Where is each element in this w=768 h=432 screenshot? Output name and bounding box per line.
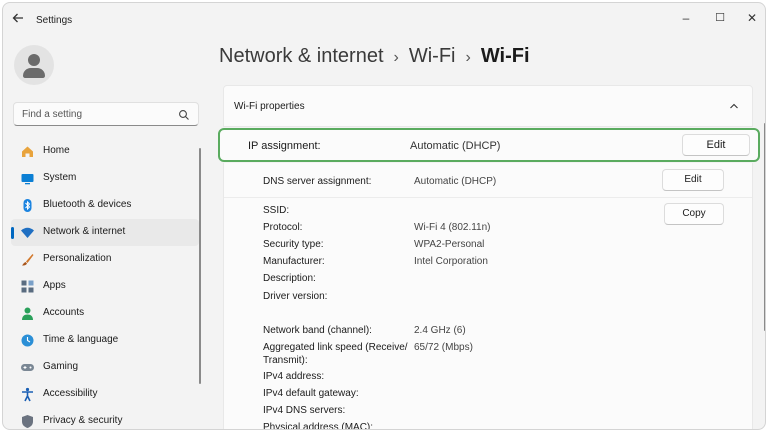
copy-button[interactable]: Copy: [664, 203, 724, 225]
ip-edit-button[interactable]: Edit: [682, 134, 750, 156]
breadcrumb-wifi[interactable]: Wi-Fi: [409, 45, 456, 67]
system-icon: [20, 171, 35, 186]
dns-assignment-row: DNS server assignment: Automatic (DHCP) …: [224, 163, 752, 198]
breadcrumb: Network & internet › Wi-Fi › Wi-Fi: [219, 45, 530, 68]
prop-value-protocol: Wi-Fi 4 (802.11n): [414, 222, 491, 233]
sidebar-item-label: Gaming: [43, 361, 79, 372]
page-title: Wi-Fi: [480, 45, 530, 67]
back-arrow-icon[interactable]: [11, 11, 29, 29]
wifi-icon: [20, 225, 35, 240]
sidebar-item-label: Time & language: [43, 334, 119, 345]
sidebar-item-bluetooth[interactable]: Bluetooth & devices: [11, 192, 199, 219]
sidebar-item-privacy[interactable]: Privacy & security: [11, 408, 199, 429]
accounts-icon: [20, 306, 35, 321]
prop-label-ipv4-address: IPv4 address:: [263, 371, 325, 382]
wifi-properties-title: Wi-Fi properties: [234, 101, 305, 112]
prop-value-manufacturer: Intel Corporation: [414, 256, 488, 267]
sidebar-item-accessibility[interactable]: Accessibility: [11, 381, 199, 408]
prop-label-ipv4-dns: IPv4 DNS servers:: [263, 405, 346, 416]
sidebar-item-accounts[interactable]: Accounts: [11, 300, 199, 327]
home-icon: [20, 144, 35, 159]
sidebar-item-time-language[interactable]: Time & language: [11, 327, 199, 354]
prop-value-link-speed: 65/72 (Mbps): [414, 342, 473, 353]
sidebar-item-label: Bluetooth & devices: [43, 199, 132, 210]
title-bar: Settings – ☐ ✕: [3, 3, 765, 37]
prop-label-security-type: Security type:: [263, 239, 324, 250]
prop-label-network-band: Network band (channel):: [263, 325, 372, 336]
wifi-properties-panel: DNS server assignment: Automatic (DHCP) …: [223, 163, 753, 430]
bluetooth-icon: [20, 198, 35, 213]
sidebar-item-label: Apps: [43, 280, 66, 291]
minimize-button[interactable]: –: [670, 7, 702, 29]
dns-assignment-label: DNS server assignment:: [263, 176, 372, 187]
apps-icon: [20, 279, 35, 294]
prop-label-mac: Physical address (MAC):: [263, 422, 374, 430]
prop-value-security-type: WPA2-Personal: [414, 239, 485, 250]
ip-assignment-value: Automatic (DHCP): [410, 140, 501, 152]
sidebar-item-apps[interactable]: Apps: [11, 273, 199, 300]
prop-label-driver-version: Driver version:: [263, 291, 328, 302]
wifi-properties-header[interactable]: Wi-Fi properties: [223, 85, 753, 127]
prop-label-link-speed: Aggregated link speed (Receive/ Transmit…: [263, 342, 408, 366]
search-box[interactable]: [13, 102, 199, 126]
dns-assignment-value: Automatic (DHCP): [414, 176, 497, 187]
sidebar-scrollbar[interactable]: [199, 148, 201, 384]
close-button[interactable]: ✕: [736, 7, 765, 29]
maximize-button[interactable]: ☐: [704, 7, 736, 29]
prop-label-ipv4-gateway: IPv4 default gateway:: [263, 388, 359, 399]
sidebar-item-home[interactable]: Home: [11, 138, 199, 165]
content-scrollbar[interactable]: [764, 123, 765, 331]
sidebar-item-label: Privacy & security: [43, 415, 123, 426]
breadcrumb-network[interactable]: Network & internet: [219, 45, 384, 67]
sidebar-item-label: Personalization: [43, 253, 112, 264]
sidebar-item-system[interactable]: System: [11, 165, 199, 192]
sidebar-item-label: Accounts: [43, 307, 85, 318]
globe-clock-icon: [20, 333, 35, 348]
breadcrumb-separator: ›: [393, 49, 399, 66]
chevron-up-icon[interactable]: [728, 99, 740, 111]
dns-edit-button[interactable]: Edit: [662, 169, 724, 191]
search-icon[interactable]: [178, 108, 190, 120]
search-input[interactable]: [22, 107, 172, 122]
prop-value-network-band: 2.4 GHz (6): [414, 325, 466, 336]
brush-icon: [20, 252, 35, 267]
accessibility-icon: [20, 387, 35, 402]
avatar-head: [28, 54, 40, 66]
sidebar-item-personalization[interactable]: Personalization: [11, 246, 199, 273]
prop-label-protocol: Protocol:: [263, 222, 303, 233]
sidebar-item-label: Accessibility: [43, 388, 98, 399]
sidebar-item-label: Home: [43, 145, 70, 156]
sidebar-item-gaming[interactable]: Gaming: [11, 354, 199, 381]
app-title: Settings: [36, 15, 73, 26]
user-avatar[interactable]: [14, 45, 54, 85]
sidebar-item-network[interactable]: Network & internet: [11, 219, 199, 246]
settings-window: Settings – ☐ ✕ Home System Bluetooth & d…: [2, 2, 766, 430]
sidebar-nav: Home System Bluetooth & devices Network …: [11, 138, 199, 429]
shield-icon: [20, 414, 35, 429]
gamepad-icon: [20, 360, 35, 375]
ip-assignment-row: IP assignment: Automatic (DHCP) Edit: [218, 128, 760, 162]
prop-label-ssid: SSID:: [263, 205, 290, 216]
avatar-body: [23, 68, 45, 78]
sidebar-item-label: Network & internet: [43, 226, 126, 237]
prop-label-description: Description:: [263, 273, 316, 284]
ip-assignment-label: IP assignment:: [248, 140, 321, 152]
prop-label-manufacturer: Manufacturer:: [263, 256, 325, 267]
sidebar-item-label: System: [43, 172, 77, 183]
breadcrumb-separator: ›: [465, 49, 471, 66]
